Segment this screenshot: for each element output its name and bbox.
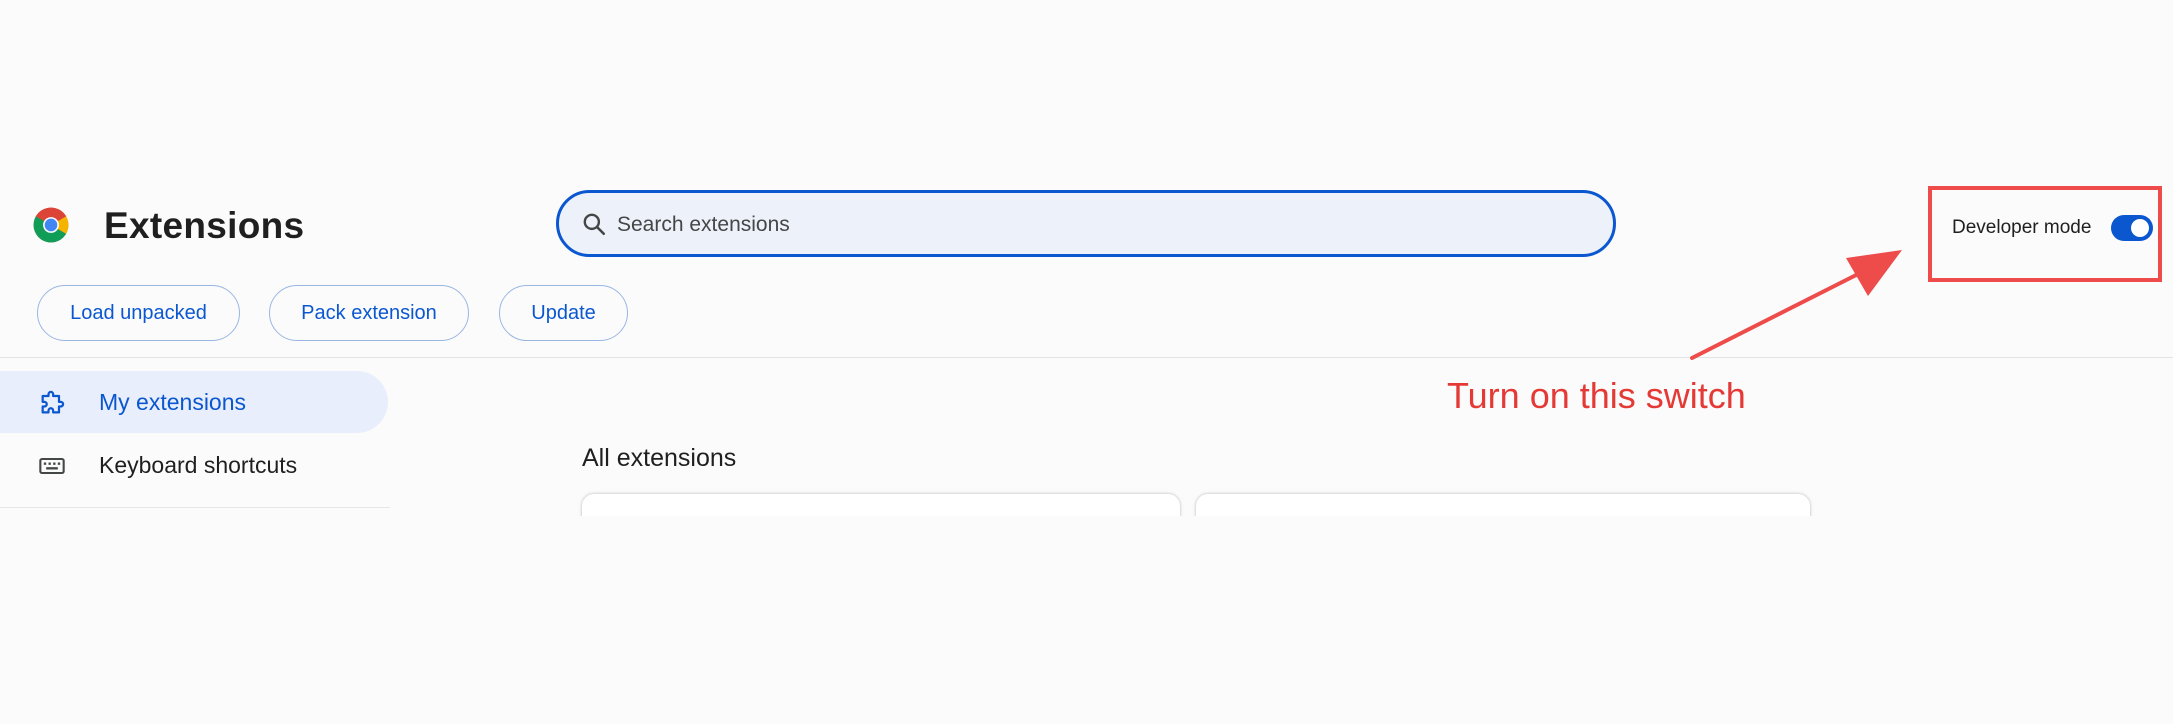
puzzle-piece-icon [41,390,65,414]
page-background [0,516,2173,724]
search-bar[interactable] [556,190,1616,257]
annotation-text: Turn on this switch [1447,375,1746,416]
load-unpacked-button[interactable]: Load unpacked [37,285,240,341]
chrome-logo-icon [33,207,69,243]
search-icon [583,213,606,236]
annotation-highlight-box [1928,186,2162,282]
section-title: All extensions [582,444,737,472]
update-button[interactable]: Update [499,285,628,341]
sidebar-item-my-extensions[interactable]: My extensions [0,371,388,433]
keyboard-icon [39,457,65,475]
sidebar-item-label: My extensions [99,389,247,415]
page-title: Extensions [104,205,305,246]
sidebar-item-label: Keyboard shortcuts [99,452,298,478]
extensions-page: Extensions Developer mode Load unpacked … [0,0,2173,724]
search-input[interactable] [615,193,1579,256]
sidebar-divider [0,507,390,508]
annotation-arrow-icon [1690,250,1902,360]
pack-extension-button[interactable]: Pack extension [269,285,469,341]
sidebar-item-keyboard-shortcuts[interactable]: Keyboard shortcuts [0,434,388,496]
